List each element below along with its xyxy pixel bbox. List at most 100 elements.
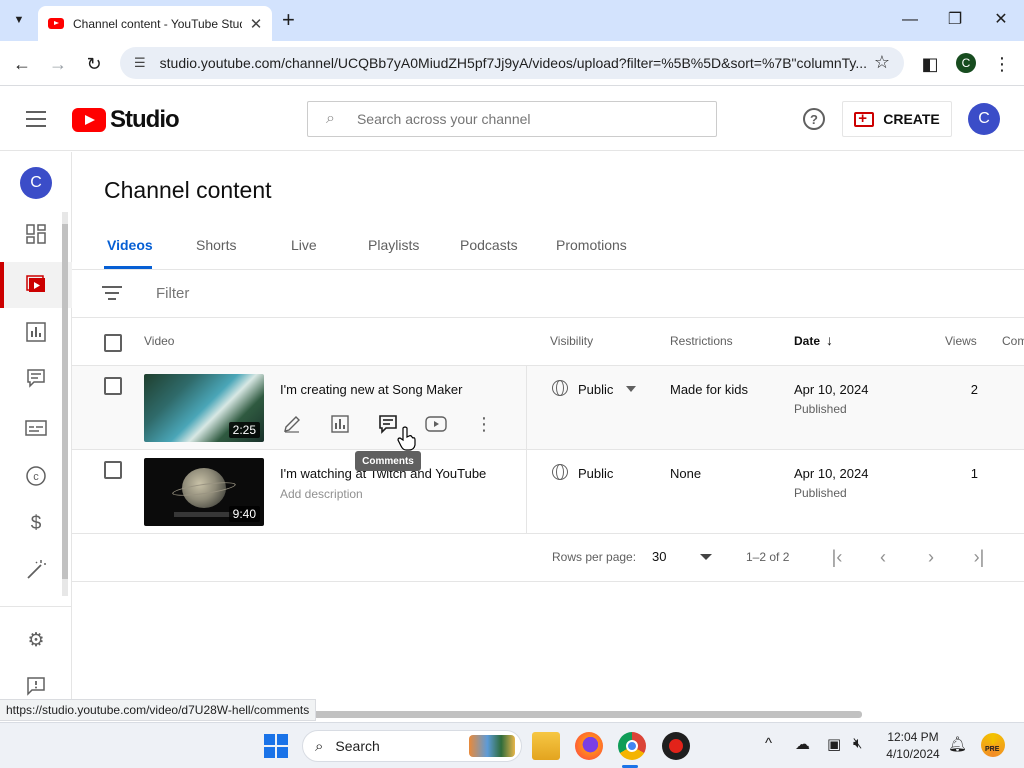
sort-arrow-down-icon[interactable]: ↓ — [826, 332, 833, 348]
visibility-dropdown-icon[interactable] — [626, 386, 636, 392]
tab-videos[interactable]: Videos — [107, 237, 153, 253]
globe-icon — [552, 464, 568, 480]
video-thumbnail[interactable]: 9:40 — [144, 458, 264, 526]
close-window-button[interactable]: ✕ — [989, 8, 1013, 32]
windows-start-icon[interactable] — [264, 734, 288, 758]
network-icon[interactable]: ▣ — [827, 735, 841, 753]
column-date[interactable]: Date — [794, 334, 820, 348]
volume-muted-icon[interactable]: 🔇︎ — [853, 735, 862, 752]
tab-playlists[interactable]: Playlists — [368, 237, 419, 253]
copilot-icon[interactable]: PRE — [981, 733, 1005, 757]
filter-bar — [72, 270, 1024, 318]
create-button[interactable]: CREATE — [842, 101, 952, 137]
rows-per-page-select[interactable]: 30 — [652, 549, 666, 564]
previous-page-icon[interactable]: ‹ — [872, 546, 894, 568]
restore-button[interactable]: ❐ — [943, 8, 967, 32]
channel-avatar[interactable]: C — [20, 167, 52, 199]
screen-recorder-icon[interactable] — [662, 732, 690, 760]
channel-search-box[interactable]: ⌕ — [307, 101, 717, 137]
studio-logo[interactable]: Studio — [72, 106, 180, 134]
column-divider — [526, 450, 527, 534]
notification-bell-icon[interactable]: 🔔︎ — [948, 735, 967, 753]
restrictions-value: Made for kids — [670, 382, 749, 397]
column-visibility[interactable]: Visibility — [550, 334, 593, 348]
tray-overflow-icon[interactable]: ^ — [765, 735, 772, 752]
video-title[interactable]: I'm creating new at Song Maker — [280, 382, 462, 397]
url-text[interactable]: studio.youtube.com/channel/UCQBb7yA0Miud… — [160, 55, 868, 71]
views-value: 2 — [970, 382, 978, 397]
select-all-checkbox[interactable] — [104, 334, 122, 352]
tab-search-button[interactable]: ▼ — [6, 8, 32, 32]
taskbar-search[interactable]: ⌕ Search — [302, 730, 522, 762]
row-checkbox[interactable] — [104, 377, 122, 395]
hand-cursor-icon — [397, 426, 416, 451]
address-bar[interactable]: ☰ studio.youtube.com/channel/UCQBb7yA0Mi… — [120, 47, 904, 79]
date-value: Apr 10, 2024 — [794, 382, 869, 397]
filter-icon[interactable] — [102, 286, 122, 300]
column-views[interactable]: Views — [945, 334, 977, 348]
youtube-favicon-icon — [48, 18, 64, 29]
cloud-offline-icon[interactable]: ☁ — [795, 735, 810, 753]
rows-per-page-dropdown-icon[interactable] — [700, 554, 712, 560]
tab-podcasts[interactable]: Podcasts — [460, 237, 518, 253]
nav-settings[interactable]: ⚙ — [0, 620, 72, 660]
column-video: Video — [144, 334, 175, 348]
video-duration: 9:40 — [228, 506, 260, 522]
subtitles-icon — [25, 420, 47, 436]
help-icon[interactable]: ? — [803, 108, 825, 130]
video-description[interactable]: Add description — [280, 487, 363, 501]
next-page-icon[interactable]: › — [920, 546, 942, 568]
filter-input[interactable] — [156, 285, 456, 302]
visibility-value[interactable]: Public — [578, 466, 613, 481]
edit-details-icon[interactable] — [280, 412, 304, 436]
youtube-view-icon[interactable] — [424, 412, 448, 436]
link-status-bar: https://studio.youtube.com/video/d7U28W-… — [0, 699, 317, 721]
hamburger-menu-icon[interactable] — [26, 111, 46, 127]
more-options-icon[interactable]: ⋮ — [472, 412, 496, 436]
reload-button[interactable]: ↻ — [80, 50, 108, 78]
tab-live[interactable]: Live — [291, 237, 317, 253]
browser-menu-icon[interactable]: ⋮ — [988, 50, 1016, 78]
file-explorer-icon[interactable] — [532, 732, 560, 760]
table-row[interactable]: 2:25 I'm creating new at Song Maker ⋮ Pu… — [72, 366, 1024, 450]
row-checkbox[interactable] — [104, 461, 122, 479]
firefox-icon[interactable] — [575, 732, 603, 760]
magic-wand-icon — [27, 560, 46, 579]
gear-icon: ⚙ — [27, 629, 45, 651]
clock-time: 12:04 PM — [887, 730, 939, 744]
last-page-icon[interactable]: ›| — [968, 546, 990, 568]
system-clock[interactable]: 12:04 PM 4/10/2024 — [882, 729, 944, 763]
nav-scrollbar[interactable] — [62, 212, 68, 596]
browser-tab-strip: ▼ Channel content - YouTube Studio ✕ + —… — [0, 0, 1024, 41]
visibility-value[interactable]: Public — [578, 382, 613, 397]
tab-promotions[interactable]: Promotions — [556, 237, 627, 253]
search-highlight-image — [469, 735, 515, 757]
close-tab-icon[interactable]: ✕ — [248, 15, 264, 33]
browser-tab[interactable]: Channel content - YouTube Studio ✕ — [38, 6, 272, 41]
nav-scrollbar-thumb[interactable] — [62, 224, 68, 579]
create-video-icon — [854, 110, 875, 127]
bookmark-star-icon[interactable]: ☆ — [874, 52, 890, 73]
forward-button[interactable]: → — [44, 50, 72, 78]
column-restrictions[interactable]: Restrictions — [670, 334, 733, 348]
minimize-button[interactable]: — — [898, 8, 922, 32]
account-avatar[interactable]: C — [968, 103, 1000, 135]
active-tab-indicator — [104, 266, 152, 269]
content-tabs: Videos Shorts Live Playlists Podcasts Pr… — [72, 226, 1024, 270]
nav-divider — [0, 606, 72, 607]
analytics-icon[interactable] — [328, 412, 352, 436]
first-page-icon[interactable]: |‹ — [826, 546, 848, 568]
search-input[interactable] — [356, 111, 677, 127]
chrome-icon[interactable] — [618, 732, 646, 760]
table-row[interactable]: 9:40 I'm watching at Twitch and YouTube … — [72, 450, 1024, 534]
date-value: Apr 10, 2024 — [794, 466, 869, 481]
tab-shorts[interactable]: Shorts — [196, 237, 236, 253]
site-info-icon[interactable]: ☰ — [134, 55, 146, 71]
column-comments[interactable]: Com — [1002, 334, 1024, 348]
back-button[interactable]: ← — [8, 50, 36, 78]
video-thumbnail[interactable]: 2:25 — [144, 374, 264, 442]
create-label: CREATE — [883, 111, 940, 127]
side-panel-icon[interactable]: ◧ — [916, 50, 944, 78]
new-tab-button[interactable]: + — [282, 8, 295, 32]
browser-profile-avatar[interactable]: C — [956, 53, 976, 73]
